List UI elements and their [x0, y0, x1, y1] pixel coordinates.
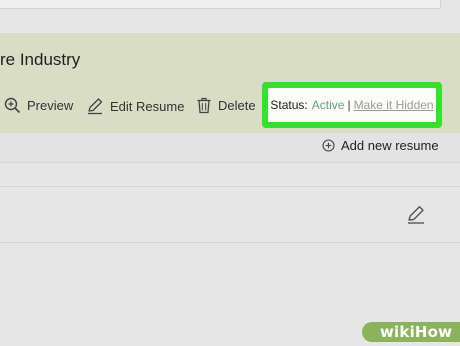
preview-label: Preview [27, 98, 74, 113]
watermark-prefix: wiki [380, 323, 415, 341]
make-hidden-link[interactable]: Make it Hidden [354, 98, 434, 112]
edit-resume-label: Edit Resume [110, 98, 185, 114]
pencil-icon[interactable] [406, 205, 426, 230]
zoom-in-icon [4, 97, 27, 114]
status-value: Active [311, 98, 345, 112]
status-label: Status: [270, 98, 308, 112]
add-new-resume-button[interactable]: Add new resume [322, 138, 439, 153]
wikihow-watermark: wikiHow [362, 322, 460, 342]
trash-icon [196, 97, 218, 114]
divider [0, 242, 460, 243]
resume-title: re Industry [0, 50, 81, 69]
resume-header: re Industry Preview Edit Resume Delete S… [0, 34, 460, 133]
edit-resume-button[interactable]: Edit Resume [86, 97, 184, 115]
resume-card: re Industry Preview Edit Resume Delete S… [0, 33, 460, 163]
add-new-resume-label: Add new resume [341, 138, 439, 153]
pencil-icon [86, 97, 110, 115]
status-highlight-box: Status: Active | Make it Hidden [262, 82, 442, 128]
watermark-suffix: How [414, 323, 453, 341]
plus-circle-icon [322, 139, 341, 152]
delete-label: Delete [218, 98, 256, 113]
status-separator: | [347, 98, 351, 112]
delete-button[interactable]: Delete [196, 97, 256, 114]
previous-card [0, 0, 441, 9]
preview-button[interactable]: Preview [4, 97, 73, 114]
